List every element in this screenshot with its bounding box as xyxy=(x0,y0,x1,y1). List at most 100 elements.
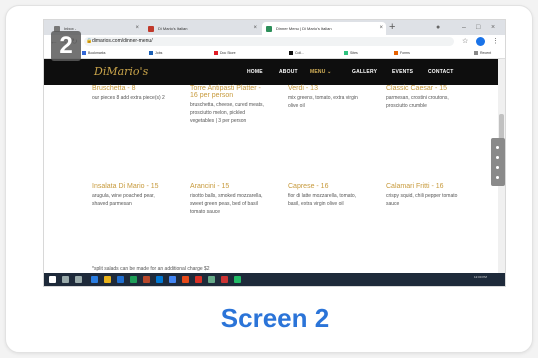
bookmark-icon xyxy=(474,51,478,55)
nav-events[interactable]: EVENTS xyxy=(392,59,413,85)
new-tab-icon[interactable]: + xyxy=(389,20,395,35)
folder-icon[interactable] xyxy=(104,276,111,283)
split-salad-note: *split salads can be made for an additio… xyxy=(92,266,210,272)
powerpoint-icon[interactable] xyxy=(143,276,150,283)
dot-icon xyxy=(496,176,499,179)
app-icon[interactable] xyxy=(208,276,215,283)
browser-screenshot: Inbox - × Di Mario's Italian × Dinner Me… xyxy=(43,19,506,287)
menu-item-desc: arugula, wine poached pear, shaved parme… xyxy=(92,193,155,207)
app-icon[interactable] xyxy=(234,276,241,283)
bookmark-star-icon[interactable]: ☆ xyxy=(462,37,468,46)
minimize-icon[interactable]: – xyxy=(462,20,466,35)
bookmark-icon xyxy=(344,51,348,55)
bookmark-icon xyxy=(149,51,153,55)
tab-favicon-icon xyxy=(148,26,154,32)
menu-item-name: Calamari Fritti - 16 xyxy=(386,183,444,190)
bookmark-item[interactable]: Forms xyxy=(394,49,410,57)
bookmark-label: Coll... xyxy=(295,51,304,55)
menu-item: Verdi - 13 mix greens, tomato, extra vir… xyxy=(288,85,368,110)
nav-menu[interactable]: MENU ⌄ xyxy=(310,59,332,85)
clock[interactable]: 12:00 PM xyxy=(474,275,487,279)
bookmark-icon xyxy=(214,51,218,55)
menu-item: Caprese - 16 fior di latte mozzarella, t… xyxy=(288,183,368,208)
bookmark-label: Sites xyxy=(350,51,358,55)
chrome-icon[interactable] xyxy=(169,276,176,283)
maximize-icon[interactable]: □ xyxy=(476,20,480,35)
screen-card: Inbox - × Di Mario's Italian × Dinner Me… xyxy=(5,5,533,353)
bookmarks-bar: Bookmarks Jobs Doc Store Coll... Sites F… xyxy=(44,48,505,59)
menu-item-desc: our pieces 8 add extra piece(s) 2 xyxy=(92,95,165,101)
task-view-icon[interactable] xyxy=(75,276,82,283)
lock-icon: 🔒 xyxy=(86,38,93,44)
tab-dimarios[interactable]: Di Mario's Italian × xyxy=(144,22,260,35)
url-field[interactable]: 🔒 dimarios.com/dinner-menu/ xyxy=(84,37,454,46)
menu-item: Calamari Fritti - 16 crispy squid, chili… xyxy=(386,183,466,208)
menu-item-desc: bruschetta, cheese, cured meats, prosciu… xyxy=(190,102,264,124)
dot-icon xyxy=(496,146,499,149)
os-taskbar: 12:00 PM xyxy=(44,273,505,286)
more-menu-icon[interactable]: ⋮ xyxy=(492,36,499,47)
menu-item-name: Arancini - 15 xyxy=(190,183,230,190)
menu-item-name: Bruschetta - 8 xyxy=(92,85,136,92)
menu-item: Bruschetta - 8 our pieces 8 add extra pi… xyxy=(92,85,172,102)
bookmark-label: Bookmarks xyxy=(88,51,106,55)
nav-gallery[interactable]: GALLERY xyxy=(352,59,377,85)
close-icon[interactable]: × xyxy=(253,22,257,35)
profile-avatar-icon[interactable] xyxy=(476,37,485,46)
menu-item-desc: fior di latte mozzarella, tomato, basil,… xyxy=(288,193,357,207)
edge-icon[interactable] xyxy=(91,276,98,283)
menu-item-name: Torre Antipasti Platter - 16 per person xyxy=(190,85,261,99)
record-icon[interactable]: ● xyxy=(436,20,440,35)
bookmark-item[interactable]: Coll... xyxy=(289,49,304,57)
app-icon[interactable] xyxy=(182,276,189,283)
tab-strip: Inbox - × Di Mario's Italian × Dinner Me… xyxy=(44,20,505,35)
menu-item: Insalata Di Mario - 15 arugula, wine poa… xyxy=(92,183,172,208)
bookmark-item[interactable]: Bookmarks xyxy=(82,49,106,57)
bookmark-label: Forms xyxy=(400,51,410,55)
menu-content: Bruschetta - 8 our pieces 8 add extra pi… xyxy=(44,85,498,273)
step-badge: 2 xyxy=(51,31,81,61)
mail-icon[interactable] xyxy=(156,276,163,283)
menu-item-desc: parmesan, crostini croutons, prosciutto … xyxy=(386,95,449,109)
nav-home[interactable]: HOME xyxy=(247,59,263,85)
site-logo[interactable]: DiMario's xyxy=(94,62,148,82)
dot-icon xyxy=(496,156,499,159)
dot-icon xyxy=(496,166,499,169)
floating-side-widget[interactable] xyxy=(491,138,505,186)
app-icon[interactable] xyxy=(221,276,228,283)
menu-item-name: Insalata Di Mario - 15 xyxy=(92,183,159,190)
bookmark-label: Doc Store xyxy=(220,51,236,55)
tab-dinner-menu[interactable]: Dinner Menu | Di Mario's Italian × xyxy=(262,22,386,35)
bookmark-icon xyxy=(82,51,86,55)
address-bar-row: ← → ↻ 🔒 dimarios.com/dinner-menu/ ☆ ⋮ xyxy=(44,35,505,48)
url-text: dimarios.com/dinner-menu/ xyxy=(92,38,153,44)
close-icon[interactable]: × xyxy=(135,22,139,35)
word-icon[interactable] xyxy=(117,276,124,283)
bookmark-item[interactable]: Jobs xyxy=(149,49,162,57)
tab-title: Dinner Menu | Di Mario's Italian xyxy=(276,26,332,31)
close-icon[interactable]: × xyxy=(379,22,383,35)
bookmark-label: Jobs xyxy=(155,51,163,55)
bookmark-label: Recent xyxy=(480,51,492,55)
menu-item-name: Classic Caesar - 15 xyxy=(386,85,448,92)
excel-icon[interactable] xyxy=(130,276,137,283)
menu-item: Torre Antipasti Platter - 16 per person … xyxy=(190,85,270,125)
menu-item-name: Caprese - 16 xyxy=(288,183,329,190)
menu-item-desc: risotto balls, smoked mozzarella, sweet … xyxy=(190,193,263,215)
search-icon[interactable] xyxy=(62,276,69,283)
tab-favicon-icon xyxy=(266,26,272,32)
tab-title: Di Mario's Italian xyxy=(158,26,188,31)
site-navbar: DiMario's HOME ABOUT MENU ⌄ GALLERY EVEN… xyxy=(44,59,498,85)
menu-item: Classic Caesar - 15 parmesan, crostini c… xyxy=(386,85,466,110)
menu-item-desc: mix greens, tomato, extra virgin olive o… xyxy=(288,95,358,109)
bookmark-item[interactable]: Sites xyxy=(344,49,358,57)
window-close-icon[interactable]: × xyxy=(491,20,495,35)
nav-about[interactable]: ABOUT xyxy=(279,59,298,85)
start-icon[interactable] xyxy=(49,276,56,283)
app-icon[interactable] xyxy=(195,276,202,283)
menu-item-name: Verdi - 13 xyxy=(288,85,318,92)
nav-contact[interactable]: CONTACT xyxy=(428,59,453,85)
bookmark-item[interactable]: Doc Store xyxy=(214,49,236,57)
bookmark-icon xyxy=(289,51,293,55)
bookmark-item[interactable]: Recent xyxy=(474,49,491,57)
